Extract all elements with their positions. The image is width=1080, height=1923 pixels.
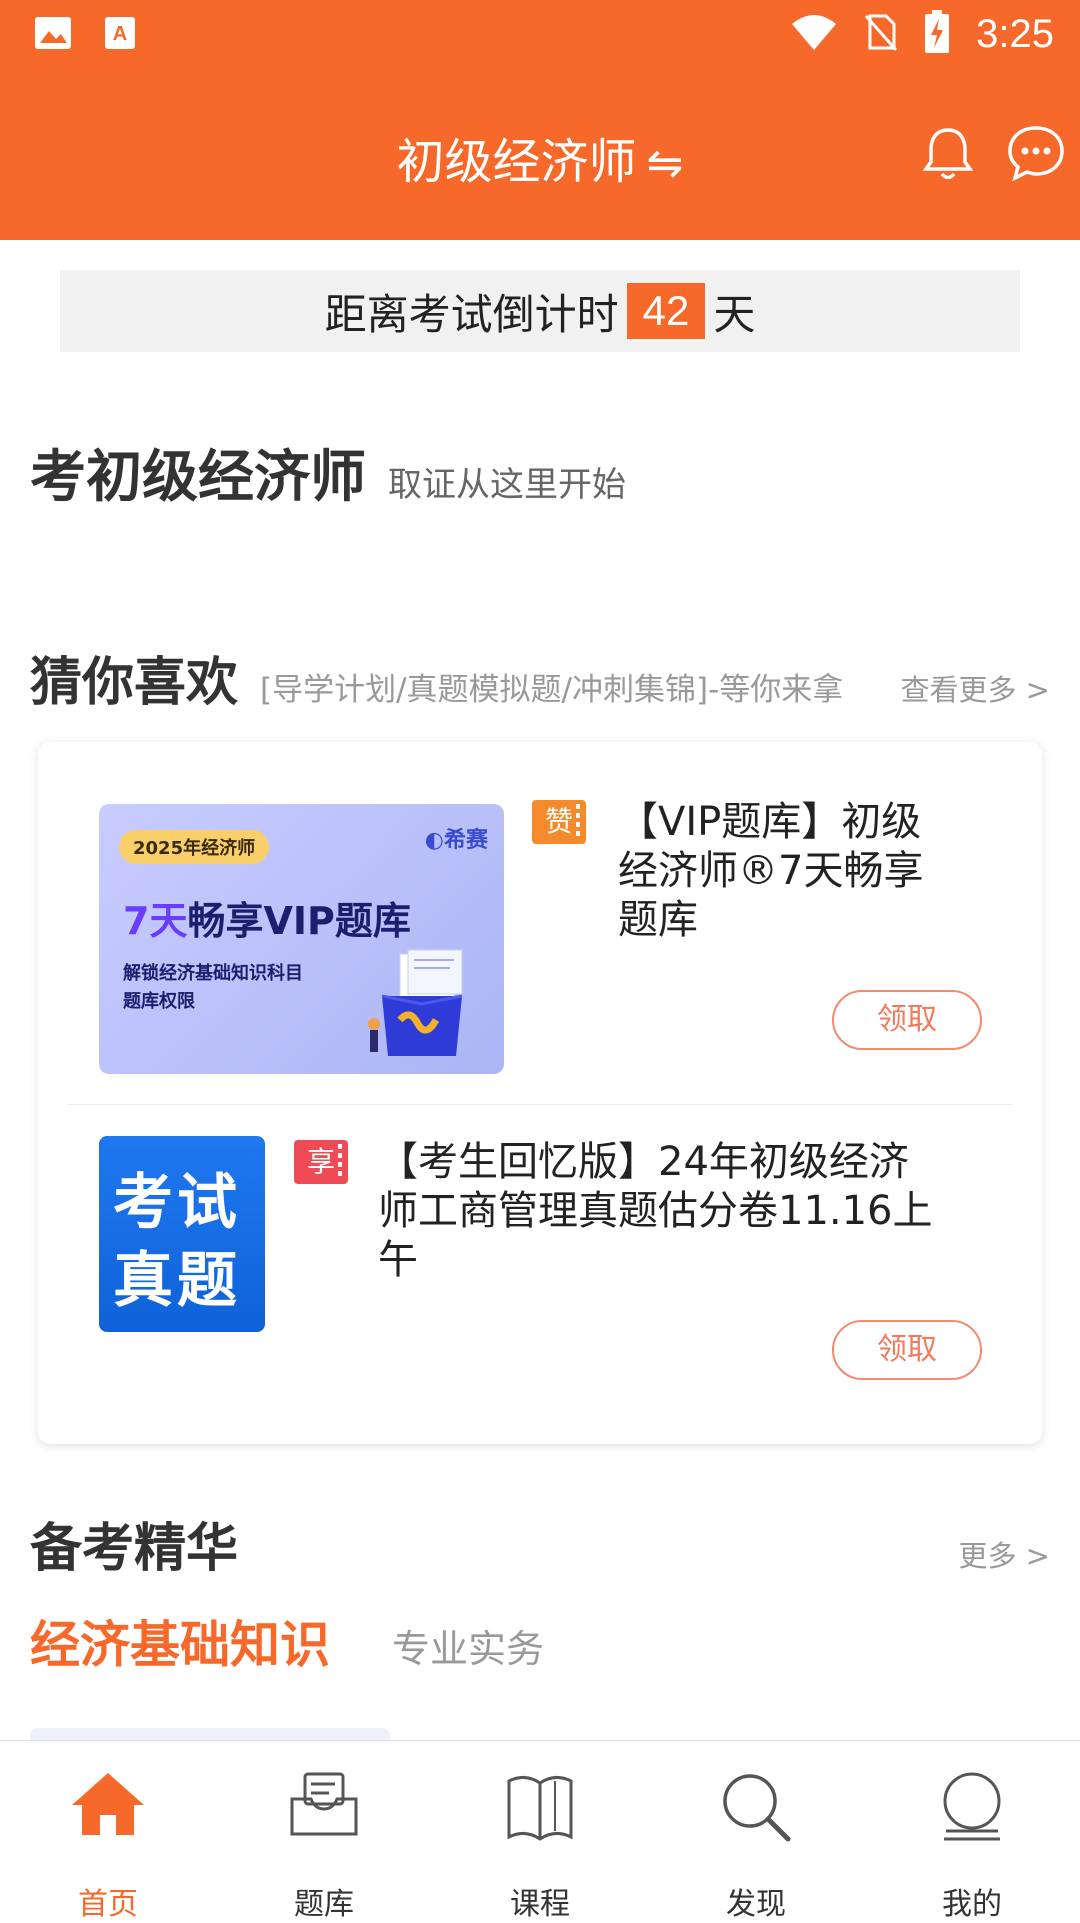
countdown-prefix: 距离考试倒计时: [324, 289, 619, 339]
question-bank-icon: [290, 1772, 358, 1836]
enjoy-tag: 享: [294, 1140, 348, 1184]
recommend-item[interactable]: 考试 真题 享 【考生回忆版】24年初级经济 师工商管理真题估分卷11.16上 …: [38, 742, 1042, 1444]
tab-professional-practice[interactable]: 专业实务: [392, 1618, 544, 1673]
exam-countdown-banner: 距离考试倒计时 42 天: [60, 270, 1020, 352]
essentials-more-link[interactable]: 更多 >: [958, 1533, 1050, 1575]
recommend-card: 2025年经济师 ◐希赛 7天畅享VIP题库 解锁经济基础知识科目 题库权限 赞 …: [38, 742, 1042, 1444]
nav-courses[interactable]: 课程: [432, 1741, 648, 1922]
tab-economic-basics[interactable]: 经济基础知识: [30, 1605, 330, 1677]
guess-more-link[interactable]: 查看更多 >: [900, 667, 1050, 709]
headline: 考初级经济师 取证从这里开始: [30, 432, 626, 513]
home-icon: [72, 1773, 144, 1835]
app-notification-icon: A: [104, 16, 136, 54]
countdown-suffix: 天: [713, 289, 756, 339]
essentials-tabs: 经济基础知识 专业实务: [30, 1605, 544, 1677]
battery-charging-icon: [924, 10, 950, 58]
nav-profile[interactable]: 我的: [864, 1741, 1080, 1922]
nav-discover[interactable]: 发现: [648, 1741, 864, 1922]
headline-subtitle: 取证从这里开始: [388, 465, 626, 505]
header-title: 初级经济师: [396, 134, 637, 190]
nav-question-bank[interactable]: 题库: [216, 1741, 432, 1922]
top-app-bar: A 3:25 初级经济师 ⇋: [0, 0, 1080, 240]
item-title: 【考生回忆版】24年初级经济 师工商管理真题估分卷11.16上 午: [378, 1139, 933, 1283]
claim-button[interactable]: 领取: [832, 1320, 982, 1380]
headline-title: 考初级经济师: [30, 445, 366, 510]
exam-switcher[interactable]: 初级经济师 ⇋: [0, 122, 1080, 192]
bottom-navigation: 首页 题库 课程 发现 我的: [0, 1740, 1080, 1922]
gallery-icon: [34, 16, 72, 54]
book-icon: [507, 1776, 573, 1841]
status-bar: A 3:25: [0, 0, 1080, 76]
wifi-icon: [790, 12, 838, 56]
message-chat-icon[interactable]: [1006, 124, 1066, 182]
guess-section-header: 猜你喜欢 [导学计划/真题模拟题/冲刺集锦]-等你来拿 查看更多 >: [30, 640, 1050, 715]
notification-bell-icon[interactable]: [920, 124, 976, 182]
guess-description: [导学计划/真题模拟题/冲刺集锦]-等你来拿: [260, 672, 844, 708]
no-sim-icon: [864, 12, 898, 56]
search-icon: [723, 1774, 791, 1842]
profile-icon: [943, 1772, 1001, 1841]
svg-text:A: A: [113, 23, 127, 45]
nav-home[interactable]: 首页: [0, 1741, 216, 1922]
exam-questions-thumbnail: 考试 真题: [99, 1136, 265, 1332]
essentials-title: 备考精华: [30, 1519, 239, 1579]
guess-title: 猜你喜欢: [30, 653, 239, 713]
essentials-header: 备考精华 更多 >: [30, 1506, 1050, 1581]
clock: 3:25: [976, 11, 1054, 56]
countdown-days: 42: [626, 283, 706, 339]
swap-icon: ⇋: [646, 138, 684, 189]
